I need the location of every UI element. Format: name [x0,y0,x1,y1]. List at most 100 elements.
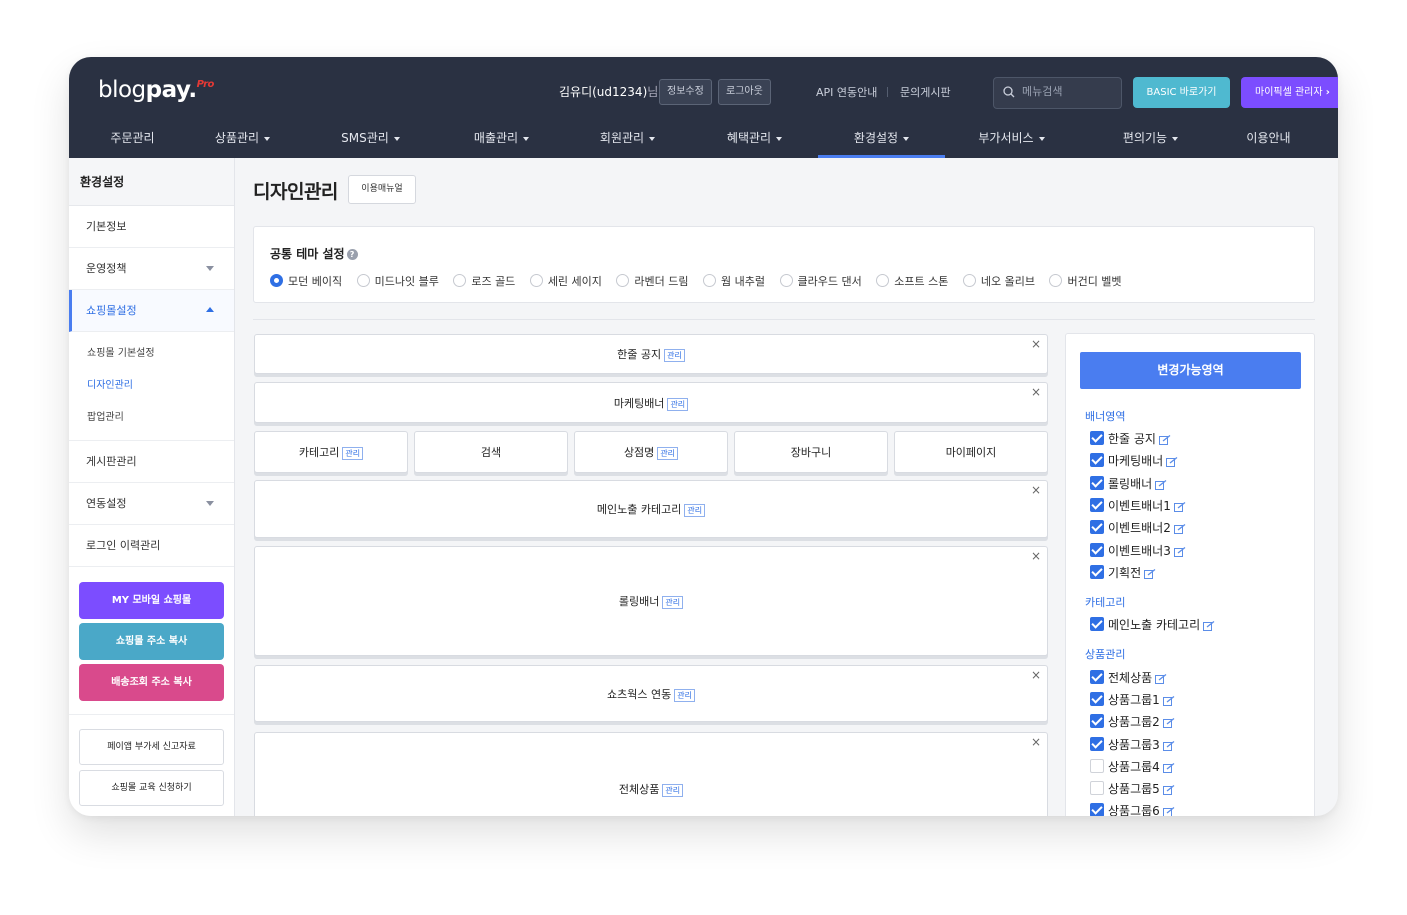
theme-option-cloud-dancer[interactable]: 클라우드 댄서 [779,273,862,289]
edit-info-button[interactable]: 정보수정 [659,79,712,105]
mobile-shop-button[interactable]: MY 모바일 쇼핑몰 [79,582,224,619]
manage-tag[interactable]: 관리 [674,688,695,702]
checkbox-checked[interactable] [1090,565,1104,579]
manage-tag[interactable]: 관리 [684,504,706,517]
checkbox-group4[interactable]: 상품그룹4 [1090,758,1175,775]
checkbox-unchecked[interactable] [1090,781,1104,795]
checkbox-all-products[interactable]: 전체상품 [1090,669,1167,686]
edit-icon[interactable] [1158,435,1171,445]
block-category[interactable]: 카테고리 관리 [254,431,408,473]
manage-tag[interactable]: 관리 [664,349,685,362]
sidebar-item-basic-info[interactable]: 기본정보 [69,206,234,248]
checkbox-notice[interactable]: 한줄 공지 [1090,430,1171,447]
manage-tag[interactable]: 관리 [662,596,684,609]
close-icon[interactable]: × [1031,668,1041,682]
copy-delivery-address-button[interactable]: 배송조회 주소 복사 [79,664,224,701]
theme-option-midnight-blue[interactable]: 미드나잇 블루 [356,273,439,289]
logout-button[interactable]: 로그아웃 [718,79,771,105]
checkbox-group5[interactable]: 상품그룹5 [1090,780,1175,797]
nav-addon[interactable]: 부가서비스 [948,124,1075,158]
checkbox-checked[interactable] [1090,453,1104,467]
sidebar-item-board[interactable]: 게시판관리 [69,441,234,483]
help-icon[interactable]: ? [346,249,358,260]
nav-convenience[interactable]: 편의기능 [1087,124,1214,158]
education-apply-button[interactable]: 쇼핑몰 교육 신청하기 [79,770,224,806]
checkbox-group1[interactable]: 상품그룹1 [1090,691,1175,708]
edit-icon[interactable] [1162,785,1175,795]
theme-option-modern-basic[interactable]: 모던 베이직 [270,273,342,289]
edit-icon[interactable] [1155,674,1167,684]
block-all-products[interactable]: × 전체상품 관리 [254,732,1048,816]
vat-report-button[interactable]: 페이앱 부가세 신고자료 [79,729,224,765]
sidebar-item-policy[interactable]: 운영정책 [69,248,234,290]
theme-option-rose-gold[interactable]: 로즈 골드 [453,273,515,289]
nav-guide[interactable]: 이용안내 [1205,124,1332,158]
edit-icon[interactable] [1203,621,1215,631]
checkbox-checked[interactable] [1090,431,1104,445]
checkbox-checked[interactable] [1090,520,1104,534]
block-search[interactable]: 검색 [414,431,568,473]
checkbox-event3[interactable]: 이벤트배너3 [1090,542,1186,559]
submenu-design[interactable]: 디자인관리 [87,370,234,402]
theme-option-neo-olive[interactable]: 네오 올리브 [962,273,1035,289]
checkbox-checked[interactable] [1090,692,1104,706]
basic-shortcut-button[interactable]: BASIC 바로가기 [1133,77,1230,108]
block-mypage[interactable]: 마이페이지 [894,431,1048,473]
manage-tag[interactable]: 관리 [662,784,684,797]
nav-settings[interactable]: 환경설정 [818,124,945,158]
edit-icon[interactable] [1162,718,1175,728]
edit-icon[interactable] [1162,741,1175,751]
sidebar-item-login-history[interactable]: 로그인 이력관리 [69,525,234,567]
copy-shop-address-button[interactable]: 쇼핑몰 주소 복사 [79,623,224,660]
nav-product[interactable]: 상품관리 [179,124,306,158]
close-icon[interactable]: × [1031,549,1041,563]
block-rolling-banner[interactable]: × 롤링배너 관리 [254,546,1048,656]
user-manual-button[interactable]: 이용매뉴얼 [348,175,416,204]
sidebar-item-integration[interactable]: 연동설정 [69,483,234,525]
checkbox-checked[interactable] [1090,737,1104,751]
manage-tag[interactable]: 관리 [657,447,679,460]
submenu-shop-basic[interactable]: 쇼핑몰 기본설정 [87,338,234,370]
checkbox-checked[interactable] [1090,543,1104,557]
block-marketing-banner[interactable]: × 마케팅배너 관리 [254,382,1048,423]
checkbox-unchecked[interactable] [1090,759,1104,773]
search-input[interactable] [1022,85,1117,98]
manage-tag[interactable]: 관리 [667,397,689,411]
checkbox-checked[interactable] [1090,498,1104,512]
checkbox-checked[interactable] [1090,617,1104,631]
nav-benefit[interactable]: 혜택관리 [691,124,818,158]
theme-option-serene-sage[interactable]: 세린 세이지 [529,273,602,289]
checkbox-group3[interactable]: 상품그룹3 [1090,736,1175,753]
api-guide-link[interactable]: API 연동안내 [816,84,877,100]
theme-option-warm-natural[interactable]: 웜 내추럴 [703,273,765,289]
edit-icon[interactable] [1173,502,1186,512]
manage-tag[interactable]: 관리 [342,447,364,460]
block-main-category[interactable]: × 메인노출 카테고리 관리 [254,480,1048,538]
checkbox-checked[interactable] [1090,714,1104,728]
nav-sales[interactable]: 매출관리 [438,124,565,158]
blogpay-logo[interactable]: blogpay.Pro [98,77,214,103]
submenu-popup[interactable]: 팝업관리 [87,402,234,434]
mypick-admin-button[interactable]: 마이픽셀 관리자 › [1241,77,1338,108]
checkbox-exhibition[interactable]: 기획전 [1090,564,1156,581]
inquiry-board-link[interactable]: 문의게시판 [900,84,951,100]
block-store-name[interactable]: 상점명 관리 [574,431,728,473]
nav-sms[interactable]: SMS관리 [307,124,434,158]
theme-option-burgundy-velvet[interactable]: 버건디 벨벳 [1049,273,1122,289]
menu-search[interactable] [993,77,1122,109]
edit-icon[interactable] [1173,524,1186,534]
theme-option-lavender-dream[interactable]: 라벤더 드림 [616,273,689,289]
edit-icon[interactable] [1144,569,1156,579]
edit-icon[interactable] [1162,763,1175,773]
checkbox-event2[interactable]: 이벤트배너2 [1090,519,1186,536]
edit-icon[interactable] [1162,807,1175,816]
block-cart[interactable]: 장바구니 [734,431,888,473]
checkbox-checked[interactable] [1090,670,1104,684]
checkbox-rolling[interactable]: 롤링배너 [1090,475,1167,492]
checkbox-checked[interactable] [1090,803,1104,816]
block-notice[interactable]: × 한줄 공지 관리 [254,334,1048,374]
theme-option-soft-stone[interactable]: 소프트 스톤 [876,273,948,289]
edit-icon[interactable] [1173,547,1186,557]
nav-order[interactable]: 주문관리 [69,124,196,158]
edit-icon[interactable] [1155,480,1167,490]
